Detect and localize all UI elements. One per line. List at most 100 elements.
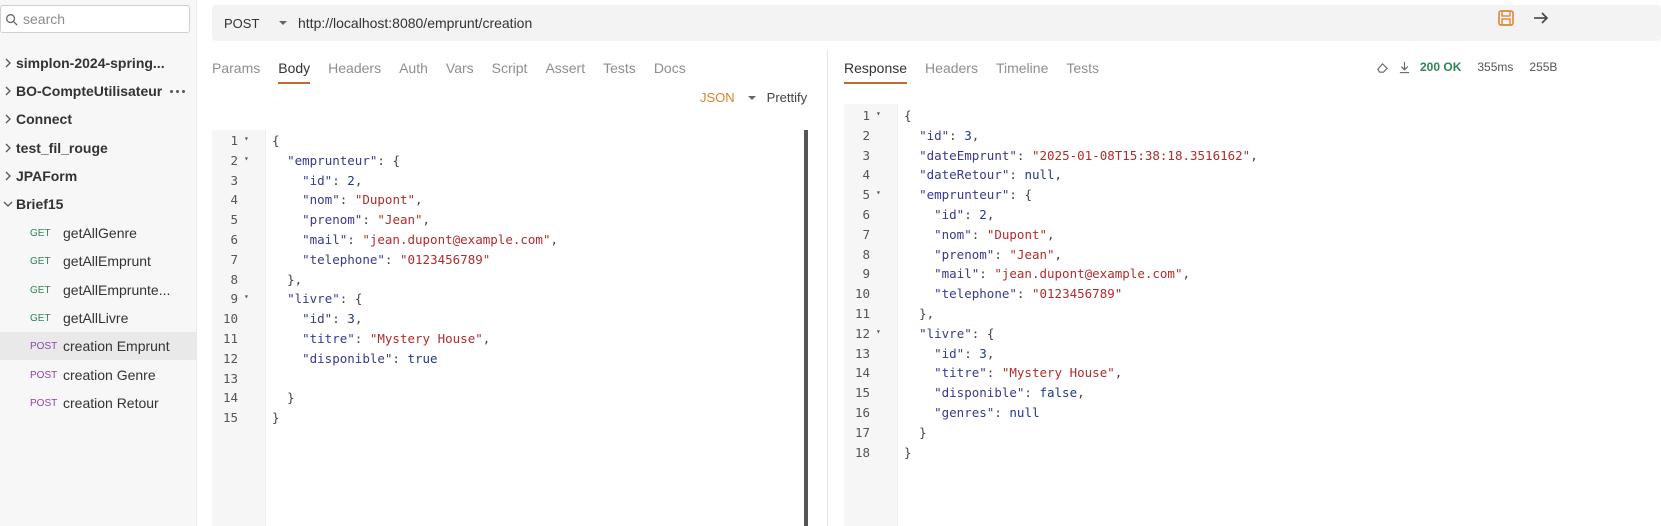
tab-script[interactable]: Script: [492, 60, 528, 84]
chevron-right-icon[interactable]: [2, 85, 14, 97]
method-selector[interactable]: POST: [224, 16, 270, 31]
request-method-badge: POST: [30, 397, 58, 409]
collection-item[interactable]: test_fil_rouge: [0, 134, 197, 162]
code-line: "dateEmprunt": "2025-01-08T15:38:18.3516…: [919, 147, 1258, 163]
fold-toggle-icon[interactable]: ▾: [876, 327, 881, 336]
editor-scrollbar[interactable]: [804, 130, 808, 526]
request-item[interactable]: POST creation Genre: [0, 361, 197, 389]
fold-toggle-icon[interactable]: ▾: [876, 109, 881, 118]
code-line: },: [287, 271, 303, 287]
response-tab-headers[interactable]: Headers: [925, 60, 978, 84]
code-line: "telephone": "0123456789": [934, 286, 1123, 302]
chevron-down-icon[interactable]: [747, 93, 757, 103]
body-mode-selector[interactable]: JSON Prettify: [700, 90, 807, 105]
line-number: 5: [230, 212, 238, 228]
code-line: {: [272, 133, 280, 148]
code-line: "livre": {: [287, 291, 363, 307]
line-number: 4: [230, 192, 238, 208]
request-item[interactable]: GET getAllEmprunt: [0, 247, 197, 275]
clear-eraser-icon[interactable]: [1376, 61, 1389, 74]
pane-divider[interactable]: [827, 50, 828, 526]
line-number: 12: [854, 325, 870, 341]
chevron-right-icon[interactable]: [2, 142, 14, 154]
request-name: getAllEmprunte...: [63, 282, 171, 298]
code-line: "emprunteur": {: [287, 152, 400, 168]
line-number: 13: [854, 345, 870, 361]
line-number: 6: [862, 207, 870, 222]
prettify-button[interactable]: Prettify: [767, 90, 807, 105]
fold-toggle-icon[interactable]: ▾: [244, 292, 249, 301]
collection-name: test_fil_rouge: [16, 140, 108, 156]
request-item[interactable]: GET getAllEmprunte...: [0, 276, 197, 304]
response-tab-timeline[interactable]: Timeline: [996, 60, 1048, 84]
line-number: 17: [854, 424, 870, 440]
code-line: "id": 3,: [934, 345, 995, 361]
line-number: 10: [854, 286, 870, 302]
collection-item[interactable]: JPAForm: [0, 162, 197, 190]
chevron-down-icon[interactable]: [278, 18, 288, 28]
chevron-right-icon[interactable]: [2, 170, 14, 182]
request-item[interactable]: POST creation Emprunt: [0, 332, 197, 360]
code-line: "titre": "Mystery House",: [302, 331, 491, 346]
code-line: "genres": null: [934, 405, 1040, 420]
status-code: 200 OK: [1420, 60, 1462, 74]
tab-auth[interactable]: Auth: [399, 60, 428, 84]
request-method-badge: GET: [30, 255, 51, 267]
code-line: },: [919, 306, 935, 321]
line-number: 9: [862, 266, 870, 282]
tab-headers[interactable]: Headers: [328, 60, 381, 84]
code-line: {: [904, 108, 912, 123]
save-icon[interactable]: [1497, 9, 1515, 27]
code-line: }: [904, 444, 912, 460]
sidebar: simplon-2024-spring... BO-CompteUtilisate…: [0, 0, 197, 526]
response-size: 255B: [1529, 60, 1558, 74]
code-line: "id": 2,: [302, 172, 363, 188]
send-arrow-icon[interactable]: [1532, 9, 1550, 27]
code-line: }: [919, 424, 927, 440]
url-input[interactable]: http://localhost:8080/emprunt/creation: [298, 15, 532, 31]
url-bar: POST http://localhost:8080/emprunt/creat…: [212, 5, 1661, 41]
line-number: 11: [854, 306, 870, 321]
request-item[interactable]: GET getAllLivre: [0, 304, 197, 332]
collection-item[interactable]: simplon-2024-spring...: [0, 49, 197, 77]
download-icon[interactable]: [1398, 61, 1411, 74]
tab-assert[interactable]: Assert: [545, 60, 585, 84]
line-number: 1: [862, 108, 870, 123]
response-time: 355ms: [1477, 60, 1514, 74]
code-line: "dateRetour": null,: [919, 167, 1063, 183]
request-body-editor[interactable]: 1 ▾ {2 ▾ "emprunteur": {3 "id": 2, 4 "nom": …: [212, 130, 808, 526]
request-name: creation Retour: [63, 395, 159, 411]
chevron-right-icon[interactable]: [2, 57, 14, 69]
code-line: }: [272, 410, 280, 426]
tab-params[interactable]: Params: [212, 60, 260, 84]
collection-item[interactable]: Connect: [0, 105, 197, 133]
request-method-badge: GET: [30, 227, 51, 239]
line-number: 1: [230, 133, 238, 148]
chevron-right-icon[interactable]: [2, 113, 14, 125]
collection-item[interactable]: BO-CompteUtilisateur: [0, 77, 197, 105]
tab-docs[interactable]: Docs: [654, 60, 686, 84]
code-line: "mail": "jean.dupont@example.com",: [302, 232, 559, 247]
chevron-down-icon[interactable]: [2, 198, 14, 210]
tab-tests[interactable]: Tests: [603, 60, 636, 84]
more-options-icon[interactable]: [170, 86, 190, 96]
fold-toggle-icon[interactable]: ▾: [876, 188, 881, 197]
request-item[interactable]: GET getAllGenre: [0, 219, 197, 247]
fold-toggle-icon[interactable]: ▾: [244, 154, 249, 163]
code-line: "nom": "Dupont",: [302, 192, 423, 208]
body-mode-label[interactable]: JSON: [700, 90, 735, 105]
search-box[interactable]: [0, 5, 190, 33]
request-item[interactable]: POST creation Retour: [0, 389, 197, 417]
response-tab-tests[interactable]: Tests: [1066, 60, 1099, 84]
tab-vars[interactable]: Vars: [446, 60, 474, 84]
response-tab-response[interactable]: Response: [844, 60, 908, 84]
tab-body[interactable]: Body: [278, 60, 311, 84]
collection-name: Brief15: [16, 196, 64, 212]
line-number: 16: [854, 405, 870, 420]
code-line: "id": 2,: [934, 207, 995, 222]
collection-name: JPAForm: [16, 168, 78, 184]
response-body-viewer[interactable]: 1 ▾ {2 "id": 3, 3 "dateEmprunt": "2025-01-0…: [844, 104, 1557, 526]
collection-item[interactable]: Brief15: [0, 190, 197, 218]
fold-toggle-icon[interactable]: ▾: [244, 134, 249, 143]
search-input[interactable]: [23, 11, 173, 27]
